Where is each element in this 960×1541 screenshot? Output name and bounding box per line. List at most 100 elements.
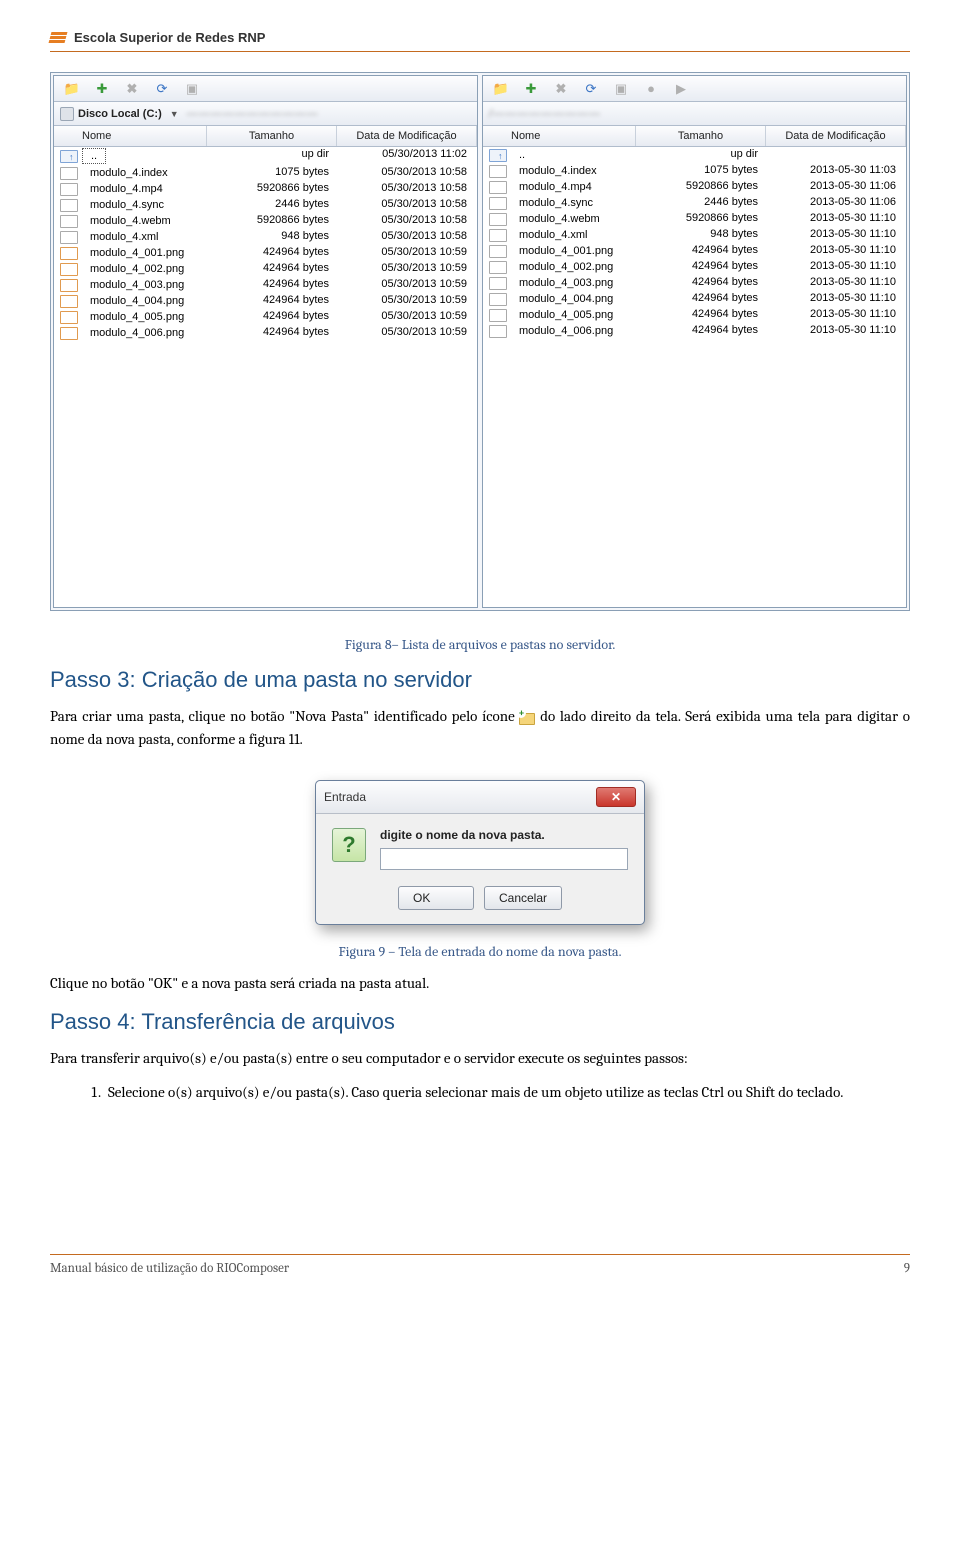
col-date[interactable]: Data de Modificação [337,126,477,146]
file-row[interactable]: modulo_4.webm5920866 bytes05/30/2013 10:… [54,213,477,229]
image-file-icon [60,279,78,292]
file-date: 05/30/2013 10:58 [337,197,477,213]
remote-file-list[interactable]: ↑..up dirmodulo_4.index1075 bytes2013-05… [483,147,906,607]
file-row[interactable]: modulo_4.index1075 bytes05/30/2013 10:58 [54,165,477,181]
local-pane: 📁 ✚ ✖ ⟳ ▣ Disco Local (C:) ▼ ———————————… [53,75,478,608]
file-size: 424964 bytes [636,323,766,339]
file-row[interactable]: modulo_4_006.png424964 bytes05/30/2013 1… [54,325,477,341]
file-size: 424964 bytes [636,259,766,275]
file-size: up dir [207,147,337,165]
remote-pathbar[interactable]: /————————— [483,102,906,126]
file-size: 948 bytes [207,229,337,245]
file-row[interactable]: modulo_4_004.png424964 bytes05/30/2013 1… [54,293,477,309]
up-dir-icon: ↑ [60,150,78,163]
col-size[interactable]: Tamanho [636,126,766,146]
file-row[interactable]: modulo_4_005.png424964 bytes05/30/2013 1… [54,309,477,325]
input-dialog: Entrada ✕ ? digite o nome da nova pasta.… [315,780,645,925]
file-icon [489,325,507,338]
cancel-button[interactable]: Cancelar [484,886,562,910]
file-row[interactable]: modulo_4.mp45920866 bytes05/30/2013 10:5… [54,181,477,197]
file-name: modulo_4.xml [511,228,595,242]
new-folder-icon[interactable]: ✚ [94,81,110,97]
file-name: modulo_4_006.png [511,324,621,338]
file-date: 2013-05-30 11:03 [766,163,906,179]
image-file-icon [60,295,78,308]
file-row[interactable]: modulo_4.index1075 bytes2013-05-30 11:03 [483,163,906,179]
file-row[interactable]: ↑..up dir05/30/2013 11:02 [54,147,477,165]
file-row[interactable]: modulo_4_003.png424964 bytes05/30/2013 1… [54,277,477,293]
file-date: 05/30/2013 10:58 [337,213,477,229]
file-row[interactable]: modulo_4_001.png424964 bytes05/30/2013 1… [54,245,477,261]
file-row[interactable]: modulo_4.mp45920866 bytes2013-05-30 11:0… [483,179,906,195]
dialog-titlebar: Entrada ✕ [316,781,644,814]
file-name: modulo_4_002.png [511,260,621,274]
file-icon [60,215,78,228]
local-file-list[interactable]: ↑..up dir05/30/2013 11:02modulo_4.index1… [54,147,477,607]
image-file-icon [60,311,78,324]
file-name: modulo_4_001.png [82,246,192,260]
refresh-icon[interactable]: ⟳ [154,81,170,97]
file-size: 424964 bytes [207,325,337,341]
file-name: modulo_4.sync [82,198,172,212]
file-row[interactable]: modulo_4_002.png424964 bytes05/30/2013 1… [54,261,477,277]
file-date: 2013-05-30 11:06 [766,179,906,195]
col-date[interactable]: Data de Modificação [766,126,906,146]
file-row[interactable]: modulo_4.xml948 bytes05/30/2013 10:58 [54,229,477,245]
file-row[interactable]: modulo_4.sync 2446 bytes05/30/2013 10:58 [54,197,477,213]
file-row[interactable]: modulo_4_004.png424964 bytes2013-05-30 1… [483,291,906,307]
file-row[interactable]: ↑..up dir [483,147,906,163]
stop-icon: ▣ [613,81,629,97]
file-size: 1075 bytes [207,165,337,181]
local-path: Disco Local (C:) [78,108,162,120]
file-row[interactable]: modulo_4_006.png424964 bytes2013-05-30 1… [483,323,906,339]
file-icon [489,213,507,226]
file-date: 2013-05-30 11:10 [766,227,906,243]
file-row[interactable]: modulo_4.webm5920866 bytes2013-05-30 11:… [483,211,906,227]
file-row[interactable]: modulo_4_003.png424964 bytes2013-05-30 1… [483,275,906,291]
file-row[interactable]: modulo_4.xml948 bytes2013-05-30 11:10 [483,227,906,243]
col-name[interactable]: Nome [483,126,636,146]
new-folder-icon[interactable]: ✚ [523,81,539,97]
delete-icon[interactable]: ✖ [124,81,140,97]
page-number: 9 [904,1261,910,1276]
file-date: 2013-05-30 11:10 [766,259,906,275]
file-icon [489,181,507,194]
page-footer: Manual básico de utilização do RIOCompos… [50,1254,910,1276]
file-name: modulo_4_004.png [511,292,621,306]
file-date: 2013-05-30 11:10 [766,243,906,259]
open-folder-icon[interactable]: 📁 [64,81,80,97]
file-name: modulo_4_005.png [511,308,621,322]
file-icon [60,183,78,196]
file-size: 424964 bytes [207,293,337,309]
file-date: 2013-05-30 11:06 [766,195,906,211]
file-size: 424964 bytes [207,277,337,293]
file-row[interactable]: modulo_4_002.png 424964 bytes2013-05-30 1… [483,259,906,275]
remote-columns: Nome Tamanho Data de Modificação [483,126,906,147]
folder-name-input[interactable] [380,848,628,870]
file-row[interactable]: modulo_4_005.png424964 bytes2013-05-30 1… [483,307,906,323]
col-size[interactable]: Tamanho [207,126,337,146]
ftp-window: 📁 ✚ ✖ ⟳ ▣ Disco Local (C:) ▼ ———————————… [50,72,910,611]
local-pathbar[interactable]: Disco Local (C:) ▼ ——————————— [54,102,477,126]
ok-button[interactable]: OK [398,886,474,910]
file-size: 2446 bytes [207,197,337,213]
step-3-heading: Passo 3: Criação de uma pasta no servido… [50,667,910,693]
file-name: modulo_4_002.png [82,262,192,276]
file-row[interactable]: modulo_4_001.png424964 bytes2013-05-30 1… [483,243,906,259]
col-name[interactable]: Nome [54,126,207,146]
refresh-icon[interactable]: ⟳ [583,81,599,97]
dropdown-arrow-icon[interactable]: ▼ [166,109,183,119]
file-size: 424964 bytes [636,243,766,259]
delete-icon[interactable]: ✖ [553,81,569,97]
page-header: Escola Superior de Redes RNP [50,30,910,52]
close-button[interactable]: ✕ [596,787,636,807]
file-date: 05/30/2013 10:59 [337,277,477,293]
file-icon [489,309,507,322]
file-icon [489,245,507,258]
file-name: modulo_4_004.png [82,294,192,308]
open-folder-icon[interactable]: 📁 [493,81,509,97]
file-row[interactable]: modulo_4.sync2446 bytes2013-05-30 11:06 [483,195,906,211]
blurred-path: ——————————— [187,108,319,120]
figure-9-caption: Figura 9 – Tela de entrada do nome da no… [50,943,910,960]
file-date: 05/30/2013 10:58 [337,229,477,245]
